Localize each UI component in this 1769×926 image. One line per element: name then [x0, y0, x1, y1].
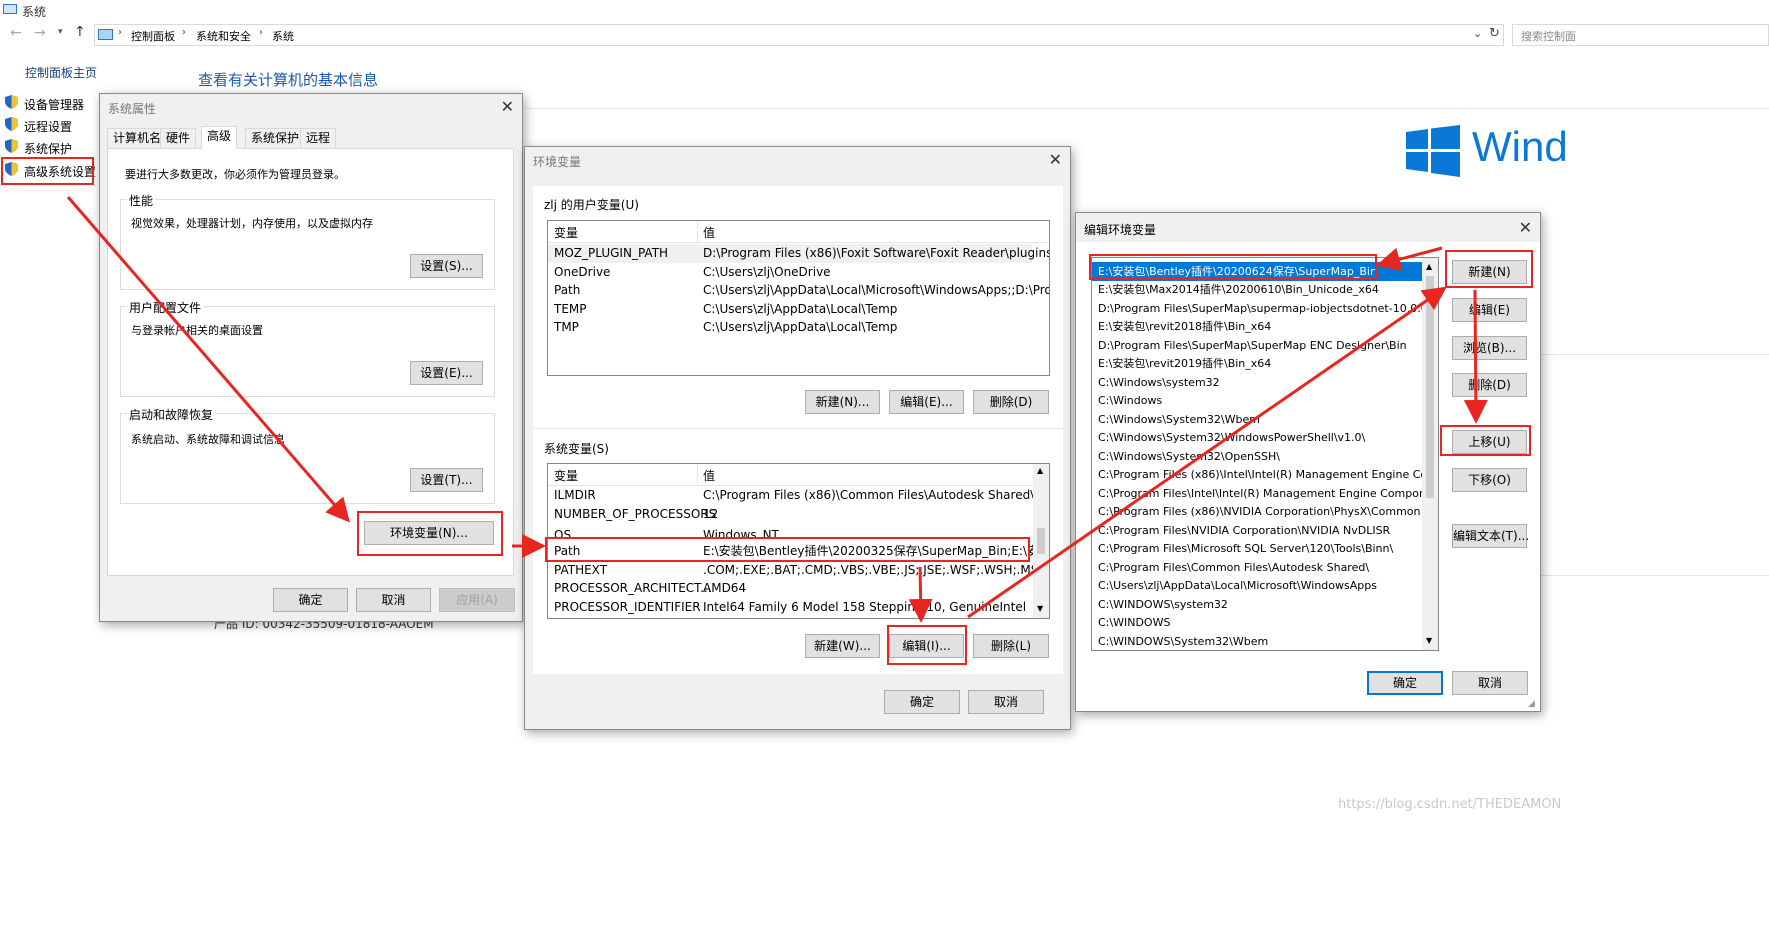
arrow-to-first-path [1376, 246, 1443, 271]
arrow-to-new-button [967, 286, 1447, 619]
arrow-to-move-up [1463, 289, 1488, 424]
arrow-to-env-button [66, 196, 350, 523]
watermark: https://blog.csdn.net/THEDEAMON [1338, 797, 1562, 812]
arrow-to-edit-button [908, 566, 933, 623]
annotation-arrows [66, 196, 1488, 623]
